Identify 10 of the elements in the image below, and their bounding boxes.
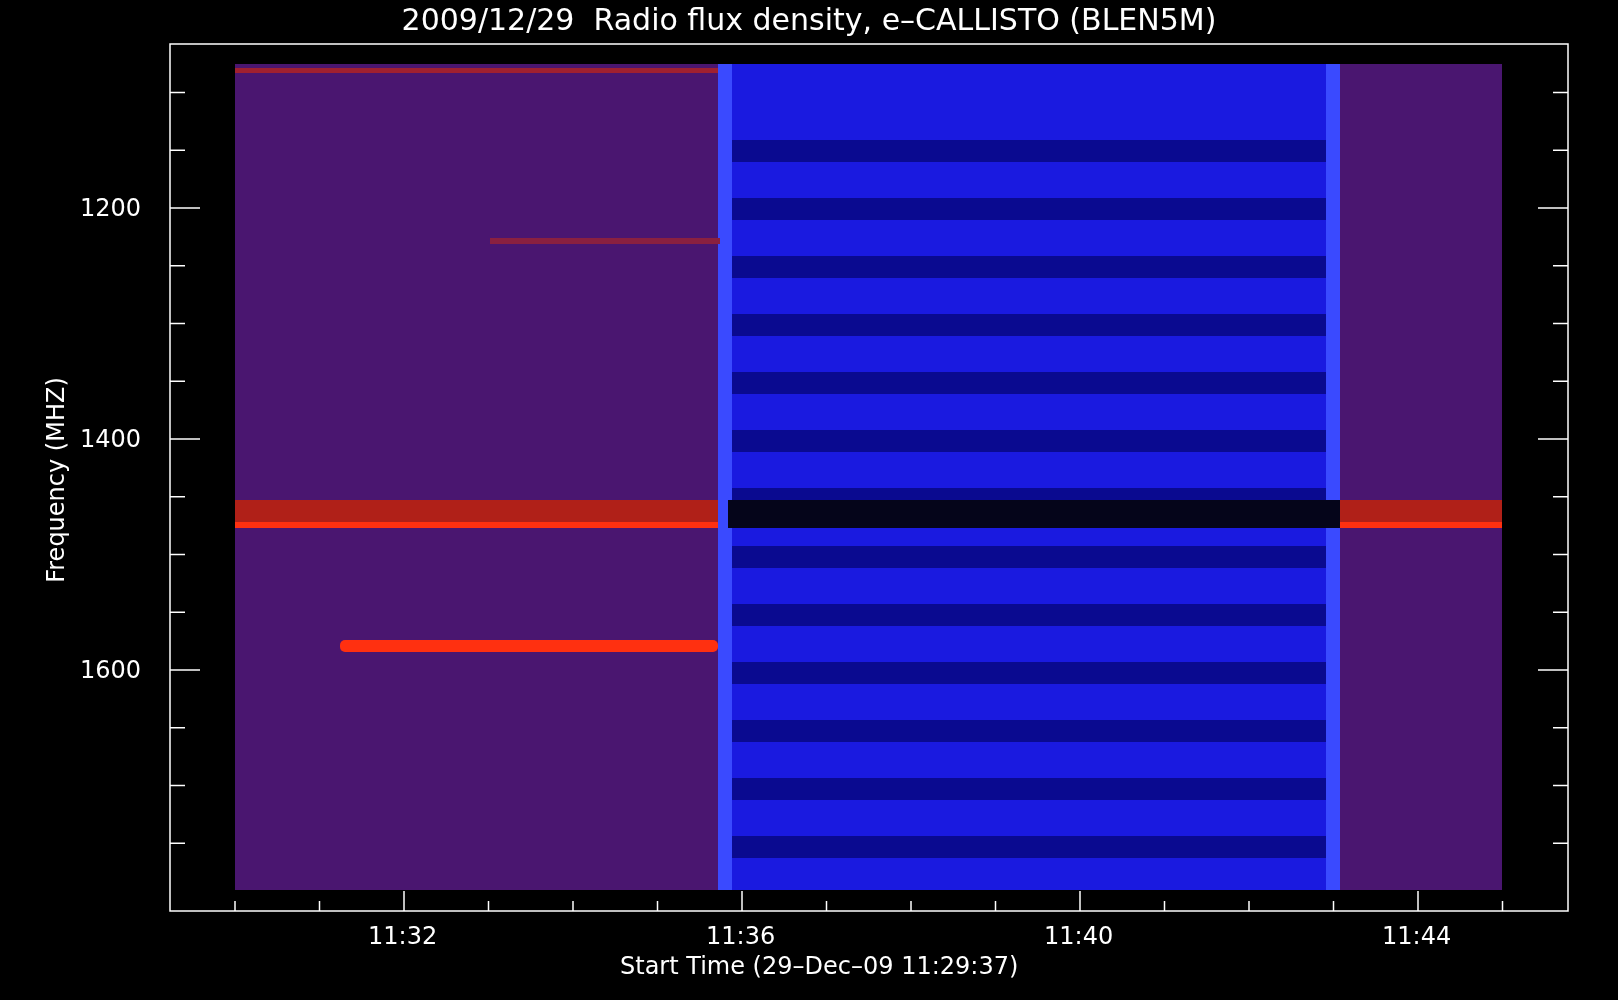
- y-tick-label: 1600: [80, 658, 142, 682]
- chart-title: 2009/12/29 Radio flux density, e–CALLISTO (BLEN5M): [401, 2, 1217, 37]
- y-tick-label: 1400: [80, 427, 142, 451]
- y-axis-label: Frequency (MHZ): [44, 377, 68, 583]
- x-tick-label: 11:44: [1382, 924, 1452, 948]
- x-tick-label: 11:40: [1044, 924, 1114, 948]
- y-tick-label: 1200: [80, 196, 142, 220]
- x-tick-label: 11:32: [368, 924, 438, 948]
- x-axis-label: Start Time (29–Dec–09 11:29:37): [620, 954, 1019, 978]
- x-tick-label: 11:36: [706, 924, 776, 948]
